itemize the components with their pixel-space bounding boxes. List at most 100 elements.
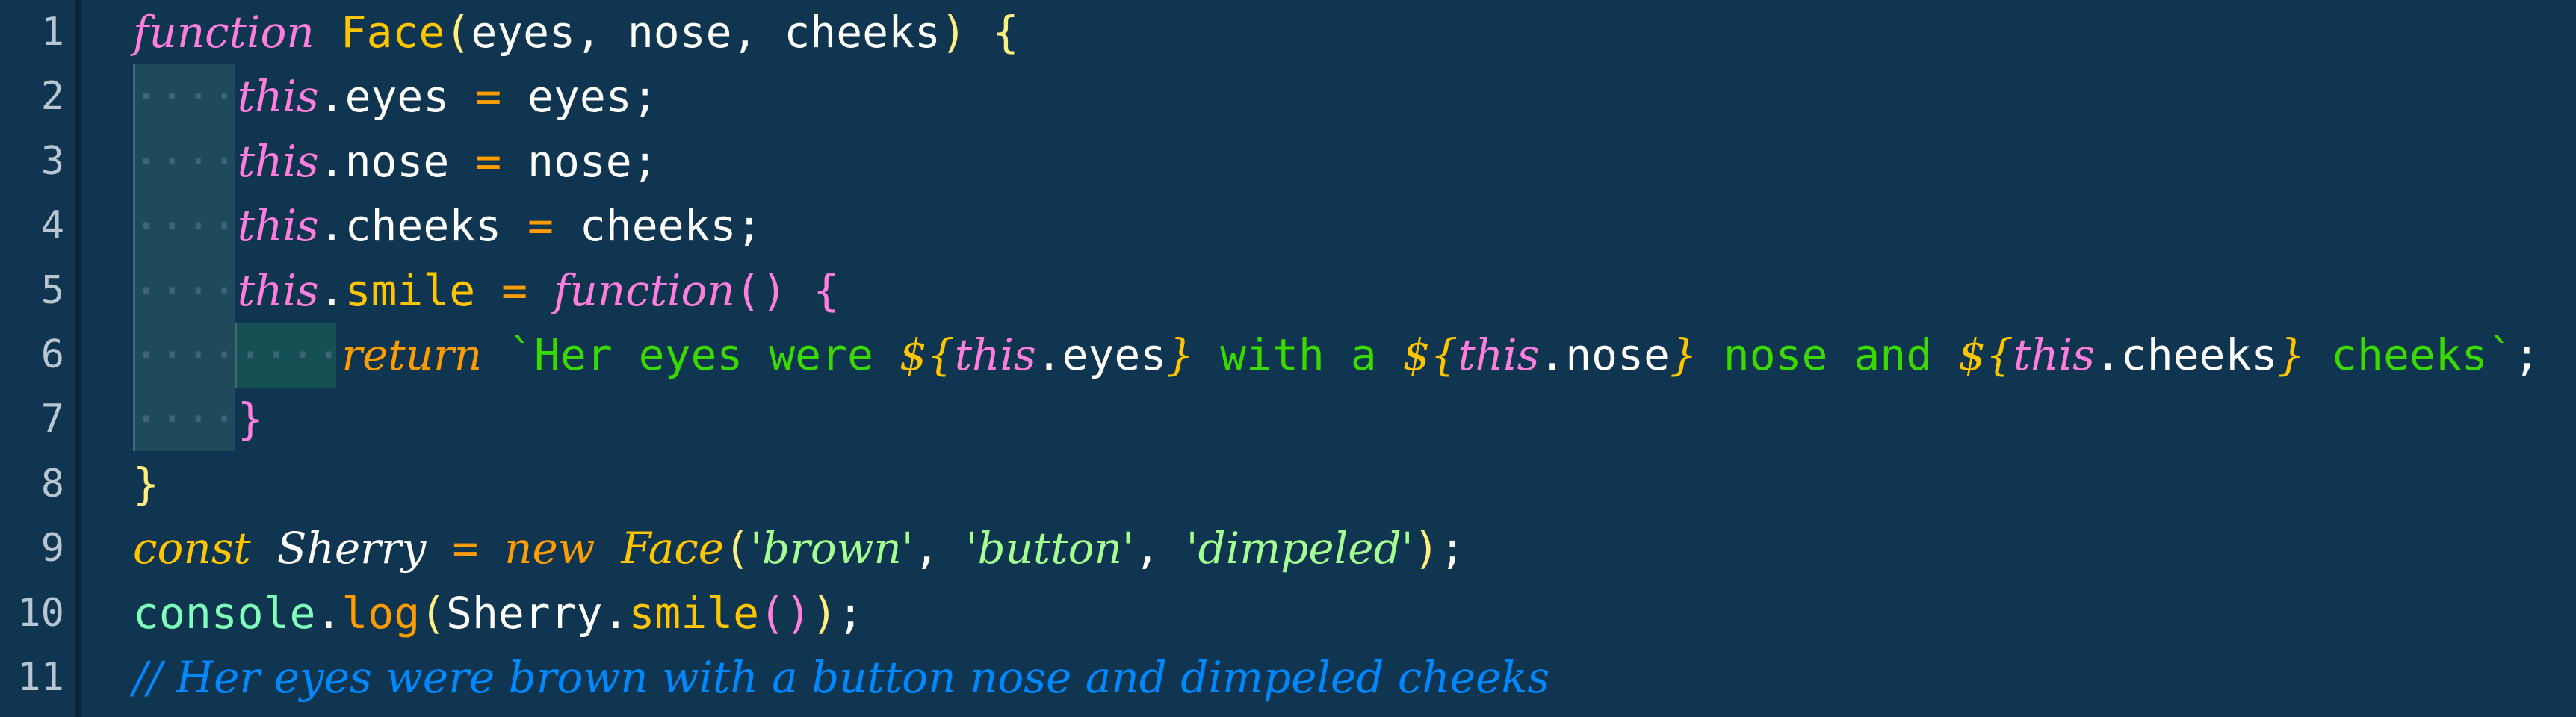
line-number: 10 — [17, 590, 64, 636]
code-token: cheeks — [579, 200, 737, 252]
code-token: this — [1458, 329, 1540, 380]
line-number: 5 — [40, 267, 64, 313]
code-token: ${ — [899, 329, 955, 380]
code-token: ···· — [133, 264, 238, 316]
code-token: this — [237, 135, 319, 187]
code-token: function — [553, 264, 735, 316]
code-token: ${ — [1958, 329, 2013, 380]
code-token: = — [501, 264, 528, 316]
code-token: = — [452, 523, 479, 574]
code-token: cheeks — [784, 7, 941, 58]
code-token: console — [133, 587, 316, 639]
gutter-divider — [75, 0, 81, 717]
code-token: , — [575, 7, 628, 58]
code-line[interactable]: ····this.smile = function() { — [133, 258, 839, 323]
code-token: .nose — [1539, 329, 1670, 380]
code-token: with a — [1194, 329, 1403, 380]
line-number: 8 — [40, 461, 64, 506]
code-token: ( — [445, 7, 471, 58]
code-token: eyes — [527, 71, 632, 122]
code-token: nose and — [1697, 329, 1959, 380]
code-token: ) — [940, 7, 967, 58]
line-number: 11 — [17, 655, 64, 700]
code-line[interactable]: ········return `Her eyes were ${this.eye… — [133, 323, 2539, 387]
code-token: cheeks` — [2305, 329, 2514, 380]
code-token: 'brown' — [750, 523, 914, 574]
code-token: } — [237, 394, 264, 445]
code-token: Face — [621, 523, 725, 574]
code-token: .cheeks — [318, 200, 502, 252]
code-token: 'dimpeled' — [1186, 523, 1414, 574]
code-line[interactable]: ····} — [133, 387, 264, 451]
code-token: .eyes — [1035, 329, 1167, 380]
code-token: ; — [1439, 523, 1466, 574]
line-number: 9 — [40, 526, 64, 571]
code-token: .eyes — [318, 71, 450, 122]
code-token: nose — [627, 7, 732, 58]
code-token: ···· — [133, 135, 238, 187]
code-editor[interactable]: 1 2 3 4 5 6 7 8 9 10 11 function Face(eyes, nose, … — [0, 0, 2576, 717]
code-token: . — [318, 264, 345, 316]
code-token: ; — [2513, 329, 2540, 380]
code-token: Face — [340, 7, 445, 58]
code-token: const — [133, 523, 251, 574]
code-token: = — [475, 71, 502, 122]
code-token: `Her eyes were — [508, 329, 900, 380]
line-number: 3 — [40, 138, 64, 184]
code-token: , — [1133, 523, 1186, 574]
code-token: this — [237, 264, 319, 316]
code-line[interactable]: console.log(Sherry.smile()); — [133, 581, 864, 645]
code-token: ${ — [1402, 329, 1458, 380]
code-line[interactable]: } — [133, 452, 159, 516]
code-token: ( — [420, 587, 447, 639]
code-token: } — [1166, 329, 1195, 380]
code-token: ) — [1413, 523, 1440, 574]
code-token: ; — [631, 135, 658, 187]
code-token: Sherry — [276, 523, 427, 574]
code-token: // Her eyes were brown with a button nos… — [133, 652, 1550, 703]
code-token: 'button' — [965, 523, 1134, 574]
code-token: this — [237, 200, 319, 252]
code-token: this — [237, 71, 319, 122]
code-line[interactable]: // Her eyes were brown with a button nos… — [133, 645, 1549, 710]
code-token: ; — [837, 587, 864, 639]
code-token: , — [731, 7, 784, 58]
code-token: new — [504, 523, 595, 574]
code-token: } — [133, 458, 159, 509]
code-token: smile — [628, 587, 760, 639]
code-token: ( — [724, 523, 751, 574]
code-token: smile — [344, 264, 476, 316]
code-token: . — [315, 587, 342, 639]
code-token: eyes — [471, 7, 576, 58]
code-token: Sherry — [446, 587, 603, 639]
code-token: () — [734, 264, 787, 316]
code-token: ···· — [133, 200, 238, 252]
code-line[interactable]: ····this.cheeks = cheeks; — [133, 193, 762, 258]
line-number: 2 — [40, 74, 64, 120]
code-token: ···· — [133, 71, 238, 122]
code-token: { — [813, 264, 840, 316]
code-token: } — [1669, 329, 1697, 380]
code-line[interactable]: const Sherry = new Face('brown', 'button… — [133, 516, 1466, 580]
code-token: () — [759, 587, 811, 639]
code-token: ) — [811, 587, 837, 639]
code-token: = — [527, 200, 554, 252]
line-number: 7 — [40, 397, 64, 442]
code-line[interactable]: ····this.eyes = eyes; — [133, 64, 658, 128]
code-token: function — [133, 7, 315, 58]
line-number: 6 — [40, 332, 64, 377]
code-token: this — [2013, 329, 2095, 380]
code-line[interactable]: ····this.nose = nose; — [133, 129, 658, 193]
code-line[interactable]: function Face(eyes, nose, cheeks) { — [133, 0, 1019, 64]
